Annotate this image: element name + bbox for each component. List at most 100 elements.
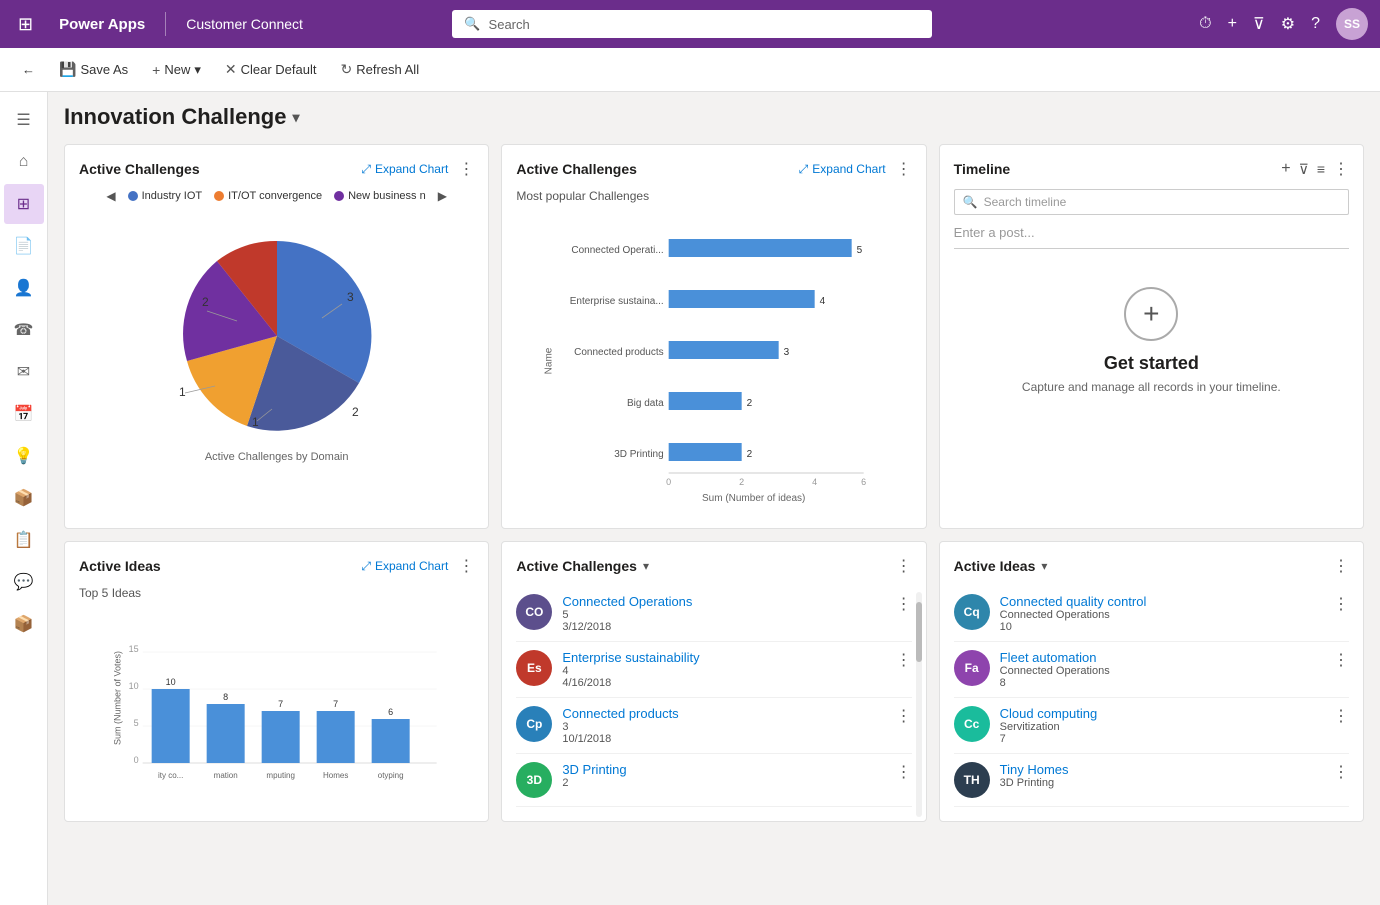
svg-text:10: 10 [129, 681, 139, 691]
new-chevron-icon[interactable]: ▾ [194, 62, 201, 78]
idea-content-3: Tiny Homes 3D Printing [1000, 762, 1323, 789]
challenge-title-0[interactable]: Connected Operations [562, 594, 885, 609]
svg-text:ity co...: ity co... [158, 771, 183, 780]
back-button[interactable]: ← [12, 56, 45, 83]
challenge-title-1[interactable]: Enterprise sustainability [562, 650, 885, 665]
bar-more-button[interactable]: ⋮ [896, 159, 912, 179]
challenge-avatar-1: Es [516, 650, 552, 686]
sidebar-item-documents[interactable]: 📄 [4, 226, 44, 266]
svg-text:Big data: Big data [627, 398, 664, 409]
settings-icon[interactable]: ⚙ [1281, 14, 1295, 34]
challenge-content-1: Enterprise sustainability 4 4/16/2018 [562, 650, 885, 689]
svg-text:6: 6 [388, 707, 393, 717]
refresh-all-button[interactable]: ↻ Refresh All [330, 55, 429, 84]
idea-count-1: 8 [1000, 677, 1323, 689]
svg-text:5: 5 [857, 245, 863, 256]
sidebar-item-mail[interactable]: ✉ [4, 352, 44, 392]
svg-text:otyping: otyping [378, 771, 404, 780]
idea-row-more-3[interactable]: ⋮ [1333, 762, 1349, 782]
challenge-title-2[interactable]: Connected products [562, 706, 885, 721]
clock-icon[interactable]: ⏱ [1199, 15, 1211, 33]
help-icon[interactable]: ? [1311, 15, 1320, 33]
idea-list-item-2: Cc Cloud computing Servitization 7 ⋮ [954, 698, 1349, 754]
idea-title-0[interactable]: Connected quality control [1000, 594, 1323, 609]
pie-card-title: Active Challenges [79, 161, 200, 177]
idea-title-2[interactable]: Cloud computing [1000, 706, 1323, 721]
idea-list-item-0: Cq Connected quality control Connected O… [954, 586, 1349, 642]
challenge-row-more-1[interactable]: ⋮ [896, 650, 912, 670]
timeline-title: Timeline [954, 161, 1011, 177]
page-title-container: Innovation Challenge ▾ [64, 104, 1364, 130]
sidebar-item-list[interactable]: 📋 [4, 520, 44, 560]
idea-title-3[interactable]: Tiny Homes [1000, 762, 1323, 777]
legend-prev-icon[interactable]: ◀ [106, 189, 115, 203]
pie-expand-chart-button[interactable]: ⤢ Expand Chart [361, 162, 448, 177]
idea-row-more-2[interactable]: ⋮ [1333, 706, 1349, 726]
svg-text:Sum (Number of Votes): Sum (Number of Votes) [113, 651, 123, 745]
ideas-more-button[interactable]: ⋮ [458, 556, 474, 576]
filter-icon[interactable]: ⊽ [1253, 14, 1265, 34]
sidebar-item-ideas[interactable]: 💡 [4, 436, 44, 476]
sidebar-item-phone[interactable]: ☎ [4, 310, 44, 350]
sidebar-item-home[interactable]: ⌂ [4, 142, 44, 182]
legend-item-1: IT/OT convergence [214, 190, 322, 202]
svg-text:4: 4 [820, 296, 826, 307]
idea-row-more-1[interactable]: ⋮ [1333, 650, 1349, 670]
list-scrollbar[interactable] [916, 592, 922, 817]
timeline-list-icon[interactable]: ≡ [1317, 161, 1325, 177]
bar-card-actions: ⤢ Expand Chart ⋮ [799, 159, 912, 179]
bar-expand-chart-button[interactable]: ⤢ Expand Chart [799, 162, 886, 177]
challenge-row-more-0[interactable]: ⋮ [896, 594, 912, 614]
ideas-expand-chart-button[interactable]: ⤢ Expand Chart [361, 559, 448, 574]
avatar[interactable]: SS [1336, 8, 1368, 40]
ideas-bar-svg: Sum (Number of Votes) 0 5 10 15 10 ity c… [79, 608, 474, 788]
pie-label-3: 3 [347, 290, 354, 304]
sidebar-item-dashboard[interactable]: ⊞ [4, 184, 44, 224]
idea-row-more-0[interactable]: ⋮ [1333, 594, 1349, 614]
sidebar-item-contacts[interactable]: 👤 [4, 268, 44, 308]
ideas-list-more-button[interactable]: ⋮ [1333, 556, 1349, 576]
timeline-get-started-sub: Capture and manage all records in your t… [1022, 380, 1281, 394]
global-search[interactable]: 🔍 Search [452, 10, 932, 38]
clear-default-button[interactable]: ✕ Clear Default [215, 55, 327, 84]
timeline-post-area[interactable]: Enter a post... [954, 225, 1349, 249]
challenge-title-3[interactable]: 3D Printing [562, 762, 885, 777]
save-as-button[interactable]: 💾 Save As [49, 55, 138, 84]
sidebar-item-menu[interactable]: ☰ [4, 100, 44, 140]
challenge-row-more-3[interactable]: ⋮ [896, 762, 912, 782]
timeline-search[interactable]: 🔍 Search timeline [954, 189, 1349, 215]
grid-icon[interactable]: ⊞ [12, 8, 39, 41]
page-title-chevron-icon[interactable]: ▾ [292, 109, 299, 126]
timeline-add-icon[interactable]: + [1281, 160, 1290, 178]
idea-avatar-2: Cc [954, 706, 990, 742]
pie-more-button[interactable]: ⋮ [458, 159, 474, 179]
nav-icons: ⏱ + ⊽ ⚙ ? SS [1199, 8, 1368, 40]
idea-title-1[interactable]: Fleet automation [1000, 650, 1323, 665]
legend-next-icon[interactable]: ▶ [438, 189, 447, 203]
ideas-list-chevron[interactable]: ▾ [1041, 559, 1047, 573]
challenges-list-chevron[interactable]: ▾ [643, 559, 649, 573]
challenge-content-2: Connected products 3 10/1/2018 [562, 706, 885, 745]
challenge-avatar-2: Cp [516, 706, 552, 742]
bar-chart-subtitle: Most popular Challenges [516, 189, 911, 203]
sidebar-item-calendar[interactable]: 📅 [4, 394, 44, 434]
legend-label-1: IT/OT convergence [228, 190, 322, 202]
svg-text:7: 7 [333, 699, 338, 709]
challenge-list-item-3: 3D 3D Printing 2 ⋮ [516, 754, 911, 807]
idea-sub-1: Connected Operations [1000, 665, 1323, 677]
idea-sub-2: Servitization [1000, 721, 1323, 733]
main-content: Innovation Challenge ▾ Active Challenges… [48, 92, 1380, 905]
challenge-count-1: 4 [562, 665, 885, 677]
sidebar-item-chat[interactable]: 💬 [4, 562, 44, 602]
plus-icon[interactable]: + [1228, 15, 1237, 33]
challenges-list-more-button[interactable]: ⋮ [896, 556, 912, 576]
sidebar-item-packages[interactable]: 📦 [4, 478, 44, 518]
challenge-row-more-2[interactable]: ⋮ [896, 706, 912, 726]
svg-text:mputing: mputing [266, 771, 294, 780]
new-button[interactable]: + New ▾ [142, 56, 211, 84]
timeline-filter-icon[interactable]: ⊽ [1299, 161, 1309, 178]
timeline-more-icon[interactable]: ⋮ [1333, 159, 1349, 179]
sidebar-item-box[interactable]: 📦 [4, 604, 44, 644]
top-nav: ⊞ Power Apps Customer Connect 🔍 Search ⏱… [0, 0, 1380, 48]
challenge-date-2: 10/1/2018 [562, 733, 885, 745]
